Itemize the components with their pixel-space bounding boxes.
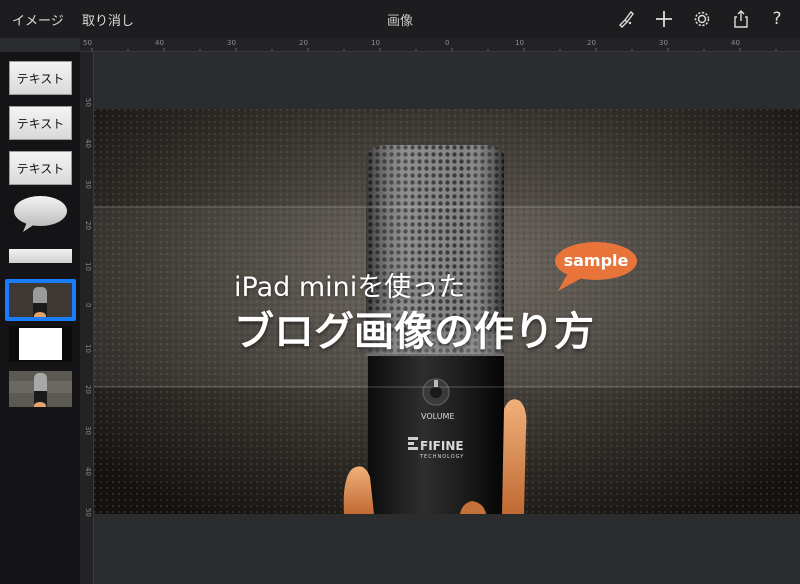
ruler-tick-label: 20 bbox=[299, 39, 308, 47]
ruler-tick-label: 50 bbox=[83, 39, 92, 47]
ruler-tick-label: 50 bbox=[84, 98, 92, 107]
ruler-tick-label: 30 bbox=[227, 39, 236, 47]
share-icon[interactable] bbox=[730, 8, 752, 30]
mic-brand-label: FIFINE bbox=[420, 439, 464, 453]
mic-volume-label: VOLUME bbox=[421, 412, 455, 421]
ruler-tick-label: 10 bbox=[84, 262, 92, 271]
ruler-tick-label: 40 bbox=[155, 39, 164, 47]
photo-thumbnail bbox=[9, 283, 72, 317]
speech-bubble-thumbnail bbox=[14, 196, 67, 232]
sample-badge[interactable]: sample bbox=[554, 241, 638, 293]
undo-button[interactable]: 取り消し bbox=[82, 10, 134, 29]
canvas-image[interactable]: VOLUME FIFINE TECHNOLOGY sample iPad min… bbox=[94, 109, 800, 514]
ruler-tick-label: 40 bbox=[84, 467, 92, 476]
help-icon[interactable]: ? bbox=[766, 8, 788, 30]
top-toolbar: イメージ 取り消し 画像 ? bbox=[0, 0, 800, 38]
ruler-tick-label: 20 bbox=[587, 39, 596, 47]
layer-rectangle[interactable] bbox=[9, 249, 72, 263]
photo-thumbnail-2 bbox=[9, 371, 72, 407]
paint-brush-icon[interactable] bbox=[615, 8, 637, 30]
layer-text-2[interactable]: テキスト bbox=[9, 106, 72, 140]
ruler-tick-label: 0 bbox=[445, 39, 450, 47]
back-button[interactable]: イメージ bbox=[12, 10, 64, 29]
ruler-tick-label: 0 bbox=[84, 303, 92, 308]
layer-photo-2[interactable] bbox=[9, 371, 72, 407]
ruler-tick-label: 10 bbox=[371, 39, 380, 47]
ruler-tick-label: 50 bbox=[84, 508, 92, 517]
layer-speech-bubble[interactable] bbox=[13, 195, 68, 233]
plus-icon[interactable] bbox=[653, 8, 675, 30]
layer-text-3[interactable]: テキスト bbox=[9, 151, 72, 185]
ruler-tick-label: 30 bbox=[84, 426, 92, 435]
left-ruler: 50 40 30 20 10 0 10 20 30 40 50 bbox=[80, 52, 94, 584]
gear-icon[interactable] bbox=[691, 8, 713, 30]
ruler-tick-label: 20 bbox=[84, 385, 92, 394]
ruler-tick-label: 20 bbox=[84, 221, 92, 230]
top-ruler: 50 40 30 20 10 0 10 20 30 40 bbox=[80, 38, 800, 52]
ruler-tick-label: 40 bbox=[731, 39, 740, 47]
ruler-tick-label: 10 bbox=[84, 344, 92, 353]
layer-photo-selected[interactable] bbox=[5, 279, 76, 321]
headline-large[interactable]: ブログ画像の作り方 bbox=[234, 299, 594, 357]
ruler-tick-label: 10 bbox=[515, 39, 524, 47]
top-ruler-ticks bbox=[91, 48, 777, 51]
layer-white-rect[interactable] bbox=[9, 326, 72, 362]
ruler-tick-label: 40 bbox=[84, 139, 92, 148]
badge-text: sample bbox=[563, 251, 629, 270]
layers-sidebar: テキスト テキスト テキスト bbox=[0, 52, 80, 584]
white-rect-thumbnail bbox=[19, 328, 62, 360]
ruler-tick-label: 30 bbox=[659, 39, 668, 47]
layer-text-1[interactable]: テキスト bbox=[9, 61, 72, 95]
mic-brand-sub-label: TECHNOLOGY bbox=[420, 454, 465, 460]
ruler-tick-label: 30 bbox=[84, 180, 92, 189]
